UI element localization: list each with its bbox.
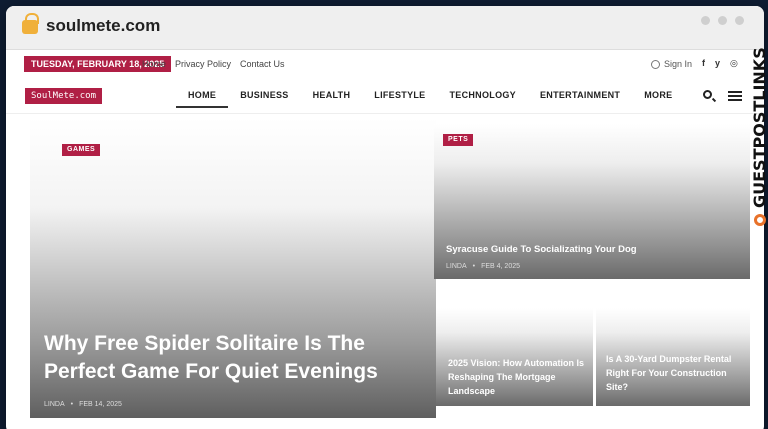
social-links: f y ◎ — [702, 58, 738, 69]
side-brand-watermark: GUESTPOSTLINKS — [750, 47, 768, 226]
category-badge[interactable]: PETS — [443, 134, 474, 146]
nav-item-technology[interactable]: TECHNOLOGY — [437, 90, 528, 108]
meta-separator: • — [472, 263, 476, 270]
top-links: Home Privacy Policy Contact Us — [142, 59, 285, 69]
hamburger-menu-icon[interactable] — [728, 91, 742, 101]
nav-item-business[interactable]: BUSINESS — [228, 90, 300, 108]
nav-item-lifestyle[interactable]: LIFESTYLE — [362, 90, 437, 108]
featured-post-title[interactable]: Why Free Spider Solitaire Is The Perfect… — [44, 330, 424, 386]
browser-titlebar: soulmete.com — [6, 6, 764, 50]
post-meta: LINDA • FEB 14, 2025 — [44, 401, 122, 408]
category-badge[interactable]: GAMES — [62, 144, 101, 156]
facebook-icon[interactable]: f — [702, 58, 705, 69]
post-title[interactable]: 2025 Vision: How Automation Is Reshaping… — [448, 356, 588, 398]
post-date: FEB 4, 2025 — [481, 263, 520, 270]
maximize-button[interactable] — [718, 16, 727, 25]
post-author[interactable]: LINDA — [446, 263, 467, 270]
address-bar[interactable]: soulmete.com — [46, 16, 160, 36]
featured-post-card[interactable]: GAMES Why Free Spider Solitaire Is The P… — [30, 118, 436, 418]
side-brand-text: GUESTPOSTLINKS — [750, 47, 768, 208]
close-button[interactable] — [735, 16, 744, 25]
featured-grid: GAMES Why Free Spider Solitaire Is The P… — [6, 118, 764, 429]
nav-item-home[interactable]: HOME — [176, 90, 229, 108]
nav-item-health[interactable]: HEALTH — [301, 90, 363, 108]
site-logo[interactable]: SoulMete.com — [25, 88, 103, 104]
signin-link[interactable]: Sign In — [651, 59, 692, 69]
twitter-icon[interactable]: y — [715, 58, 720, 69]
link-chain-icon — [753, 214, 766, 226]
post-card[interactable]: 2025 Vision: How Automation Is Reshaping… — [436, 308, 593, 406]
minimize-button[interactable] — [701, 16, 710, 25]
post-card[interactable]: Is A 30-Yard Dumpster Rental Right For Y… — [596, 308, 750, 406]
user-icon — [651, 59, 660, 69]
post-title[interactable]: Syracuse Guide To Socializating Your Dog — [446, 244, 736, 255]
top-link-home[interactable]: Home — [142, 59, 166, 69]
nav-item-more[interactable]: MORE — [632, 90, 684, 108]
nav-menu: HOME BUSINESS HEALTH LIFESTYLE TECHNOLOG… — [176, 90, 684, 108]
search-icon[interactable] — [703, 90, 712, 99]
main-nav: SoulMete.com HOME BUSINESS HEALTH LIFEST… — [6, 80, 764, 114]
post-meta: LINDA • FEB 4, 2025 — [446, 263, 520, 270]
post-date: FEB 14, 2025 — [79, 401, 122, 408]
window-controls — [701, 16, 744, 25]
lock-icon — [22, 13, 39, 34]
top-link-privacy[interactable]: Privacy Policy — [175, 59, 231, 69]
post-author[interactable]: LINDA — [44, 401, 65, 408]
signin-label: Sign In — [664, 59, 693, 69]
browser-window: soulmete.com TUESDAY, FEBRUARY 18, 2025 … — [6, 6, 764, 429]
meta-separator: • — [70, 401, 74, 408]
instagram-icon[interactable]: ◎ — [730, 58, 738, 69]
top-bar: TUESDAY, FEBRUARY 18, 2025 Home Privacy … — [6, 50, 764, 80]
post-title[interactable]: Is A 30-Yard Dumpster Rental Right For Y… — [606, 352, 746, 394]
post-card[interactable]: PETS Syracuse Guide To Socializating You… — [434, 124, 750, 279]
top-link-contact[interactable]: Contact Us — [240, 59, 285, 69]
post-image — [434, 124, 750, 279]
nav-item-entertainment[interactable]: ENTERTAINMENT — [528, 90, 632, 108]
